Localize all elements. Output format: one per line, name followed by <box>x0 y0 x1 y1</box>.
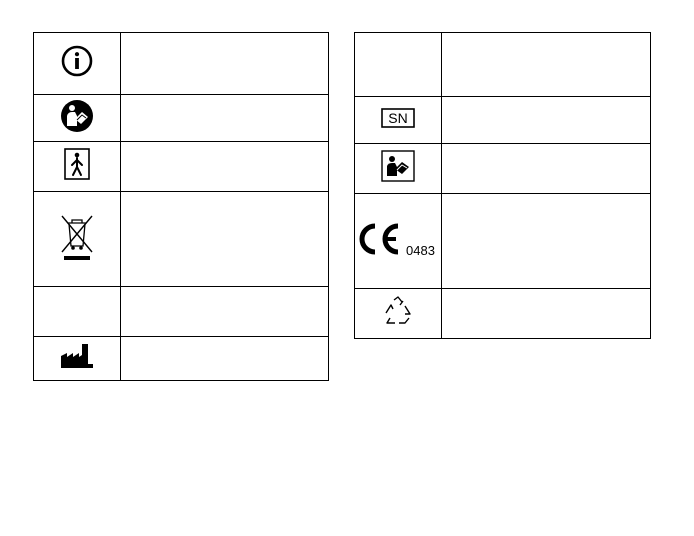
table-row <box>33 141 329 192</box>
description-cell <box>120 191 329 287</box>
ce-mark-icon: 0483 <box>356 219 440 259</box>
consult-instructions-icon <box>381 150 415 182</box>
table-row <box>354 143 651 194</box>
table-row <box>33 32 329 95</box>
description-cell <box>441 32 651 97</box>
info-icon <box>61 45 93 77</box>
weee-crossed-bin-icon <box>59 212 95 262</box>
table-row <box>33 94 329 142</box>
symbol-cell: SN <box>354 96 442 144</box>
description-cell <box>120 94 329 142</box>
symbol-cell: 0483 <box>354 193 442 289</box>
description-cell <box>120 286 329 337</box>
symbols-table-right: SN 0483 <box>354 32 651 339</box>
symbol-cell <box>33 94 121 142</box>
symbol-cell <box>33 286 121 337</box>
description-cell <box>441 96 651 144</box>
symbol-cell <box>354 143 442 194</box>
description-cell <box>441 143 651 194</box>
type-bf-applied-part-icon <box>64 148 90 180</box>
symbol-cell <box>354 32 442 97</box>
table-row <box>33 286 329 337</box>
symbol-cell <box>354 288 442 339</box>
symbols-table-left <box>33 32 329 381</box>
symbol-cell <box>33 336 121 381</box>
table-row: 0483 <box>354 193 651 289</box>
recycle-icon <box>383 296 413 326</box>
table-row <box>33 336 329 381</box>
table-row <box>354 288 651 339</box>
read-manual-mandatory-icon <box>60 99 94 133</box>
serial-number-label: SN <box>388 110 407 126</box>
notified-body-number: 0483 <box>406 243 435 258</box>
manufacturer-icon <box>60 343 94 369</box>
serial-number-icon: SN <box>381 107 415 128</box>
table-row <box>354 32 651 97</box>
description-cell <box>120 32 329 95</box>
symbol-cell <box>33 141 121 192</box>
symbol-cell <box>33 191 121 287</box>
table-row <box>33 191 329 287</box>
table-row: SN <box>354 96 651 144</box>
description-cell <box>120 141 329 192</box>
symbol-cell <box>33 32 121 95</box>
description-cell <box>120 336 329 381</box>
description-cell <box>441 193 651 289</box>
description-cell <box>441 288 651 339</box>
